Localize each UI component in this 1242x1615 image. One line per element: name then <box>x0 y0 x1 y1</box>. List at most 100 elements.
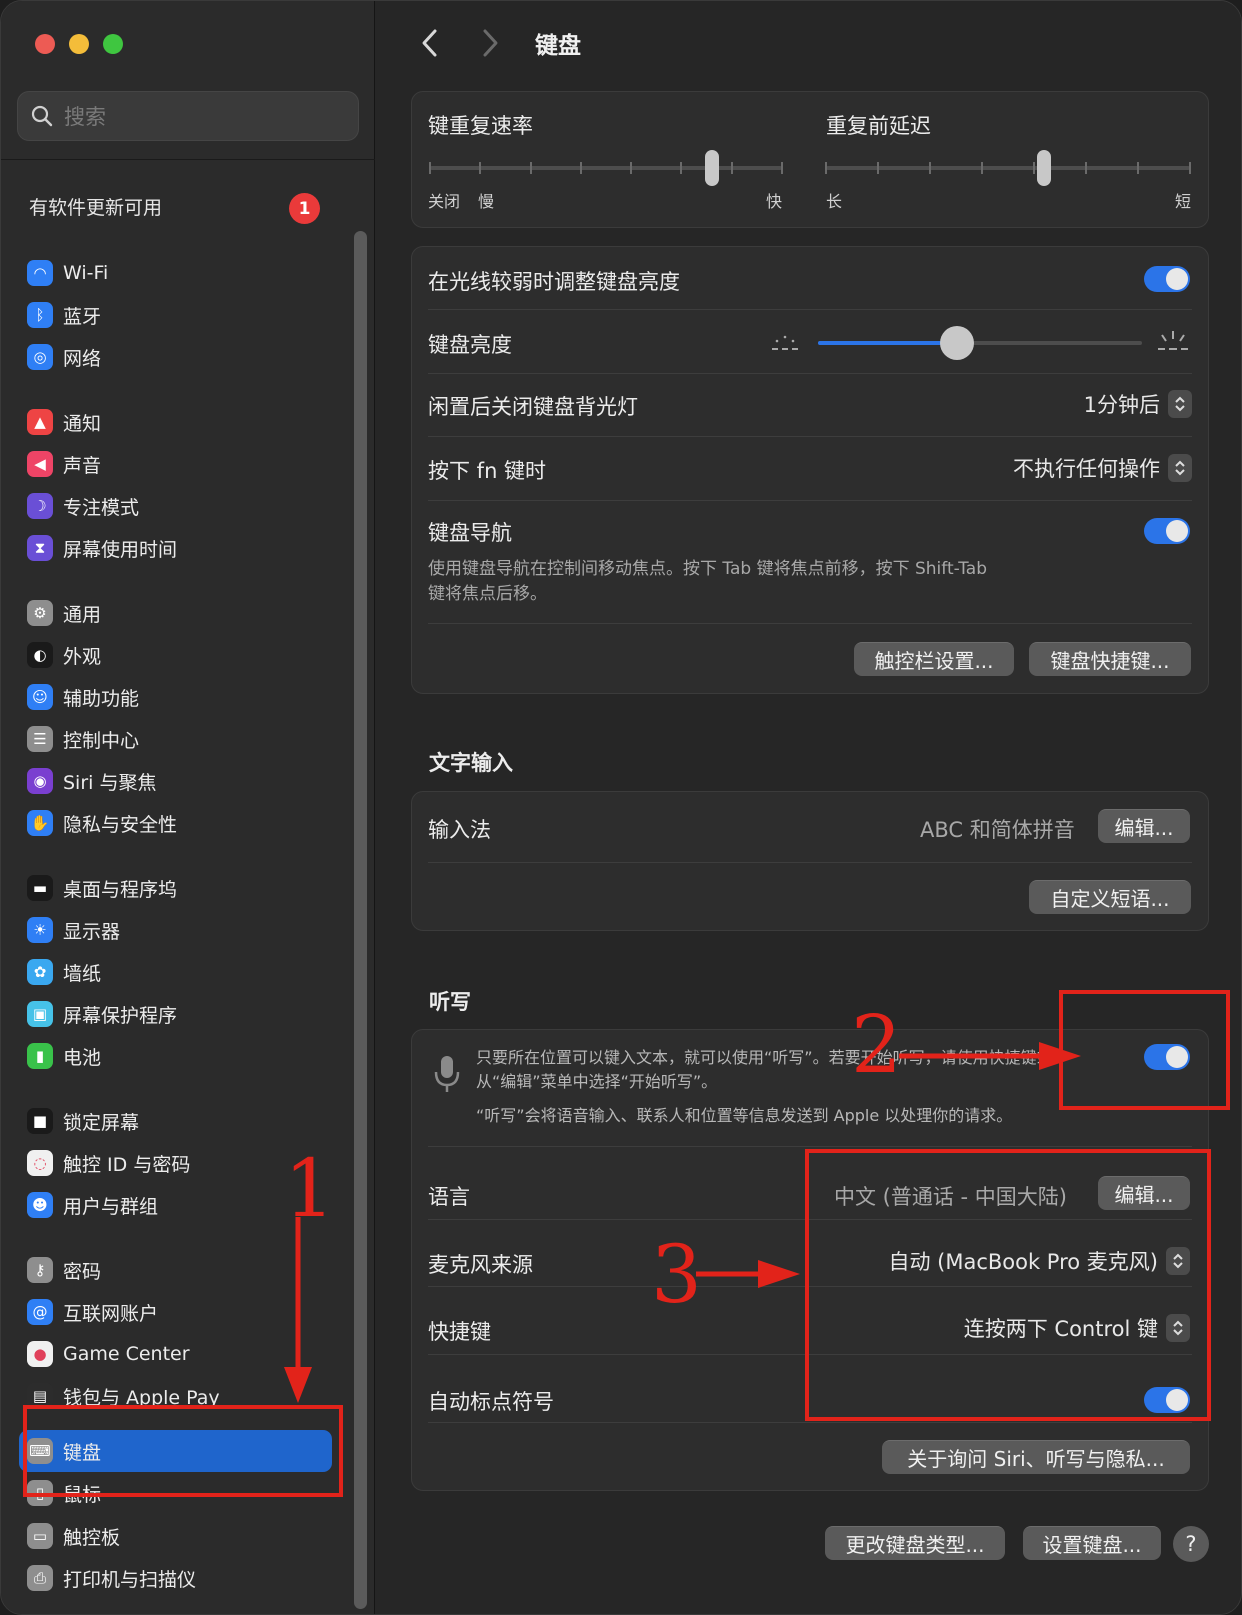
sidebar-item[interactable]: ⧗ 屏幕使用时间 <box>27 529 332 567</box>
slider-tick <box>825 162 827 174</box>
backlight-off-popup[interactable]: 1分钟后 <box>1084 389 1192 419</box>
delay-short-label: 短 <box>1175 192 1192 211</box>
separator <box>428 862 1192 863</box>
adjust-brightness-toggle[interactable] <box>1144 266 1190 292</box>
wifi-icon: ◠ <box>27 260 53 286</box>
sidebar-item[interactable]: ◎ 网络 <box>27 338 332 376</box>
brightness-low-icon <box>772 335 798 350</box>
sidebar-item[interactable]: ■ 锁定屏幕 <box>27 1102 332 1140</box>
sidebar-item-label: 通用 <box>63 603 102 626</box>
sidebar-item[interactable]: ᛒ 蓝牙 <box>27 296 332 334</box>
flower-icon: ✿ <box>27 959 53 985</box>
sidebar-item-label: Siri 与聚焦 <box>63 771 157 794</box>
sidebar-item-label: 打印机与扫描仪 <box>63 1568 197 1591</box>
slider-tick <box>680 162 682 174</box>
sidebar-item-label: 触控板 <box>63 1526 121 1549</box>
sidebar-item-label: 墙纸 <box>63 962 102 985</box>
delay-long-label: 长 <box>826 192 843 211</box>
key-repeat-rate-label: 键重复速率 <box>428 114 533 138</box>
nav-desc-line2: 键将焦点后移。 <box>428 584 547 604</box>
close-window-button[interactable] <box>35 34 55 54</box>
custom-phrases-button[interactable]: 自定义短语... <box>1029 880 1191 914</box>
sidebar-item[interactable]: ▭ 触控板 <box>27 1517 332 1555</box>
siri-dictation-privacy-button[interactable]: 关于询问 Siri、听写与隐私... <box>882 1440 1190 1474</box>
keyboard-brightness-knob[interactable] <box>940 326 975 360</box>
sidebar-item[interactable]: ☽ 专注模式 <box>27 487 332 525</box>
sidebar-item[interactable]: ▲ 通知 <box>27 403 332 441</box>
sidebar-item-label: 辅助功能 <box>63 687 140 710</box>
sidebar-item[interactable]: ▬ 桌面与程序坞 <box>27 869 332 907</box>
sidebar-item[interactable]: ▮ 电池 <box>27 1037 332 1075</box>
game-center-icon: ● <box>27 1341 53 1367</box>
sidebar-divider <box>1 159 375 160</box>
sidebar-item[interactable]: ⎙ 打印机与扫描仪 <box>27 1559 332 1597</box>
microphone-icon <box>434 1056 460 1092</box>
sidebar-item[interactable]: ◐ 外观 <box>27 636 332 674</box>
key-repeat-rate-knob[interactable] <box>704 150 719 186</box>
rate-fast-label: 快 <box>766 192 783 211</box>
input-source-edit-button[interactable]: 编辑... <box>1098 809 1190 843</box>
adjust-brightness-label: 在光线较弱时调整键盘亮度 <box>428 270 680 294</box>
users-icon: ☻ <box>27 1192 53 1218</box>
sidebar-item[interactable]: ◀ 声音 <box>27 445 332 483</box>
slider-tick <box>731 162 733 174</box>
key-repeat-rate-slider[interactable] <box>430 166 782 170</box>
fn-key-popup[interactable]: 不执行任何操作 <box>1013 453 1192 483</box>
sidebar-item-label: 屏幕保护程序 <box>63 1004 178 1027</box>
search-placeholder: 搜索 <box>64 105 106 129</box>
back-chevron-icon[interactable] <box>415 23 445 63</box>
search-field[interactable]: 搜索 <box>17 91 359 141</box>
keyboard-settings-card: 在光线较弱时调整键盘亮度 键盘亮度 闲置后关闭键盘背光灯 1分钟后 按下 fn … <box>411 246 1209 694</box>
slider-tick <box>530 162 532 174</box>
sidebar-item[interactable]: ✿ 墙纸 <box>27 953 332 991</box>
sidebar-item-label: 声音 <box>63 454 102 477</box>
slider-tick <box>929 162 931 174</box>
dictation-desc-line2: 从“编辑”菜单中选择“开始听写”。 <box>476 1072 718 1091</box>
touchbar-settings-button[interactable]: 触控栏设置... <box>854 642 1014 676</box>
forward-chevron-icon[interactable] <box>475 23 505 63</box>
sidebar-item[interactable]: ▣ 屏幕保护程序 <box>27 995 332 1033</box>
sidebar-item-label: 用户与群组 <box>63 1195 159 1218</box>
sidebar-item-label: 锁定屏幕 <box>63 1111 140 1134</box>
sidebar-item[interactable]: ◠ Wi-Fi <box>27 254 332 292</box>
slider-tick <box>877 162 879 174</box>
trackpad-icon: ▭ <box>27 1523 53 1549</box>
sidebar-item[interactable]: ⚙ 通用 <box>27 594 332 632</box>
annotation-box-1 <box>23 1405 343 1497</box>
zoom-window-button[interactable] <box>103 34 123 54</box>
sidebar: 搜索 有软件更新可用 1 ◠ Wi-Fi ᛒ 蓝牙 ◎ 网络 ▲ 通知 ◀ 声音 ☽ 专注模式 ⧗ 屏幕使… <box>1 1 375 1614</box>
search-icon <box>31 105 53 127</box>
sun-icon: ☀ <box>27 917 53 943</box>
slider-tick <box>1189 162 1191 174</box>
battery-icon: ▮ <box>27 1043 53 1069</box>
separator <box>428 1422 1192 1423</box>
dictation-shortcut-label: 快捷键 <box>428 1320 491 1344</box>
software-update-link[interactable]: 有软件更新可用 <box>29 193 162 220</box>
keyboard-shortcuts-button[interactable]: 键盘快捷键... <box>1029 642 1191 676</box>
annotation-box-2 <box>1059 990 1230 1110</box>
sidebar-item[interactable]: ☰ 控制中心 <box>27 720 332 758</box>
sidebar-item[interactable]: ☺ 辅助功能 <box>27 678 332 716</box>
sidebar-item[interactable]: ☀ 显示器 <box>27 911 332 949</box>
dictation-desc-line3: “听写”会将语音输入、联系人和位置等信息发送到 Apple 以处理你的请求。 <box>476 1106 1013 1125</box>
accessibility-icon: ☺ <box>27 684 53 710</box>
help-button[interactable]: ? <box>1173 1526 1209 1562</box>
sidebar-item[interactable]: ◉ Siri 与聚焦 <box>27 762 332 800</box>
update-badge: 1 <box>289 193 320 224</box>
lock-icon: ■ <box>27 1108 53 1134</box>
separator <box>428 436 1192 437</box>
control-center-icon: ☰ <box>27 726 53 752</box>
keyboard-nav-toggle[interactable] <box>1144 518 1190 544</box>
separator <box>428 1146 1192 1147</box>
repeat-delay-knob[interactable] <box>1037 150 1052 186</box>
repeat-card: 键重复速率 关闭 慢 快 重复前延迟 长 短 <box>411 91 1209 228</box>
sidebar-scrollbar[interactable] <box>354 231 367 1609</box>
repeat-delay-slider[interactable] <box>826 166 1190 170</box>
sidebar-item[interactable]: ✋ 隐私与安全性 <box>27 804 332 842</box>
change-keyboard-type-button[interactable]: 更改键盘类型... <box>825 1526 1005 1560</box>
sidebar-item-label: 网络 <box>63 347 102 370</box>
text-input-card: 输入法 ABC 和简体拼音 编辑... 自定义短语... <box>411 791 1209 931</box>
annotation-arrow-right-3 <box>696 1260 800 1288</box>
minimize-window-button[interactable] <box>69 34 89 54</box>
setup-keyboard-button[interactable]: 设置键盘... <box>1023 1526 1161 1560</box>
